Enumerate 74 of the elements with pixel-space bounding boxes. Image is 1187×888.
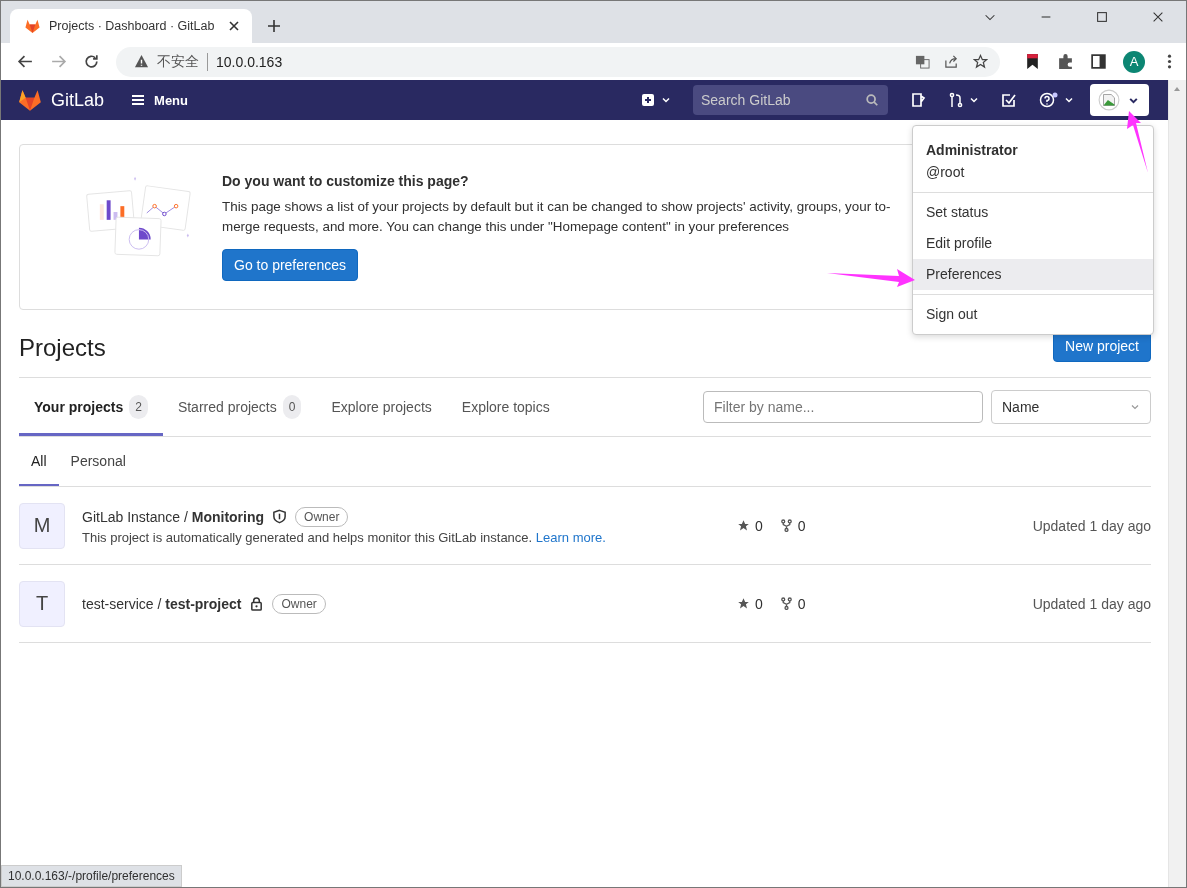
banner-text: merge requests, and more. You can change this under "Homepage content" in your preferences [222, 218, 791, 236]
user-name: Administrator [926, 142, 1019, 158]
menu-item[interactable]: Sign out [913, 299, 1153, 330]
user-menu-button[interactable] [1090, 84, 1149, 116]
warning-icon [134, 54, 149, 69]
filter-tab[interactable]: Personal [58, 437, 138, 486]
bookmark-icon[interactable] [1024, 53, 1041, 70]
search-icon [865, 93, 879, 107]
browser-tab[interactable]: Projects · Dashboard · GitLab [10, 9, 252, 43]
project-tab[interactable]: Your projects 2 [19, 378, 163, 436]
chevron-down-icon [1130, 402, 1140, 412]
broken-image-icon [1098, 89, 1120, 111]
address-bar[interactable]: 不安全 10.0.0.163 [116, 46, 1000, 77]
fork-count[interactable]: 0 [797, 517, 806, 534]
banner-title: Do you want to customize this page? [222, 173, 470, 189]
share-icon[interactable] [944, 54, 959, 69]
star-count[interactable]: 0 [755, 517, 763, 534]
menu-button[interactable]: Menu [130, 92, 188, 108]
profile-avatar[interactable]: A [1123, 50, 1145, 73]
scrollbar[interactable] [1168, 80, 1186, 887]
project-tab[interactable]: Explore topics [446, 378, 565, 436]
search-field[interactable]: Search GitLab [693, 85, 888, 115]
project-avatar[interactable]: M [19, 502, 65, 549]
maximize-icon[interactable] [1095, 9, 1109, 25]
tab-title: Projects · Dashboard · GitLab [49, 19, 216, 33]
lock-icon [249, 596, 265, 611]
fox-logo-icon [24, 18, 41, 34]
issues-icon[interactable] [910, 92, 926, 108]
translate-icon[interactable] [915, 54, 930, 69]
todo-icon[interactable] [1001, 92, 1017, 108]
star-count[interactable]: 0 [755, 595, 763, 612]
merge-request-icon[interactable] [948, 92, 964, 108]
project-avatar[interactable]: T [19, 580, 65, 627]
brand-name[interactable]: GitLab [51, 89, 105, 111]
page-title: Projects [19, 334, 106, 362]
fork-icon [779, 519, 793, 532]
star-icon[interactable] [973, 54, 988, 69]
fox-logo-icon[interactable] [17, 88, 43, 112]
project-tab[interactable]: Starred projects 0 [162, 378, 317, 436]
fork-icon [779, 597, 793, 610]
project-tab[interactable]: Explore projects [316, 378, 447, 436]
user-handle: @root [926, 164, 966, 180]
new-tab-icon[interactable] [266, 18, 282, 34]
shield-icon [272, 509, 288, 524]
sort-dropdown[interactable]: Name [991, 390, 1151, 424]
filter-field[interactable]: Filter by name... [703, 391, 983, 423]
star-icon [737, 597, 750, 610]
chevron-down-icon[interactable] [969, 95, 979, 105]
url-text: 10.0.0.163 [216, 53, 283, 70]
puzzle-icon[interactable] [1057, 53, 1074, 70]
security-warning: 不安全 [157, 52, 199, 71]
project-name-link[interactable]: test-service / test-project [82, 595, 242, 612]
filter-tab[interactable]: All [19, 437, 59, 486]
status-url: 10.0.0.163/-/profile/preferences [1, 865, 182, 887]
menu-item[interactable]: Preferences [913, 259, 1153, 290]
banner-text: This page shows a list of your projects by default but it can be changed to show projects' activity, groups, your to- [222, 198, 891, 216]
reload-icon[interactable] [83, 53, 100, 70]
updated-time: Updated 1 day ago [1032, 517, 1151, 534]
side-panel-icon[interactable] [1090, 53, 1107, 70]
menu-item[interactable]: Edit profile [913, 228, 1153, 259]
star-icon [737, 519, 750, 532]
preferences-button[interactable]: Go to preferences [222, 249, 359, 281]
learn-more-link[interactable]: Learn more. [535, 529, 606, 545]
plus-square-icon[interactable] [640, 92, 656, 108]
help-icon[interactable] [1039, 92, 1059, 108]
chevron-down-icon[interactable] [1064, 95, 1074, 105]
project-description: This project is automatically generated and helps monitor this GitLab instance. Learn more. [82, 529, 607, 545]
updated-time: Updated 1 day ago [1032, 595, 1151, 612]
fork-count[interactable]: 0 [797, 595, 806, 612]
chevron-down-icon[interactable] [661, 95, 671, 105]
menu-icon [130, 92, 147, 108]
menu-item[interactable]: Set status [913, 197, 1153, 228]
project-name-link[interactable]: GitLab Instance / Monitoring [82, 508, 265, 525]
back-icon[interactable] [17, 53, 34, 70]
